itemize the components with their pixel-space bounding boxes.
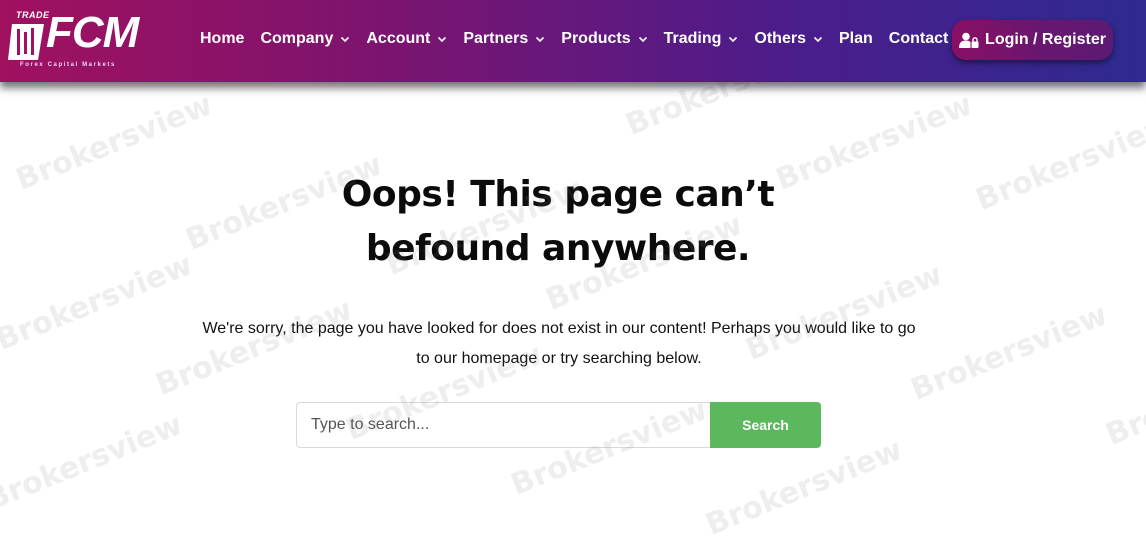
logo-subtitle: Forex Capital Markets (20, 62, 116, 68)
nav-item-label: Contact (888, 30, 949, 47)
nav-item-partners[interactable]: Partners (463, 30, 545, 48)
nav-item-trading[interactable]: Trading (664, 30, 739, 48)
nav-item-account[interactable]: Account (366, 30, 447, 48)
nav-item-products[interactable]: Products (561, 30, 647, 48)
search-input[interactable] (296, 402, 710, 448)
logo-trade-text: TRADE (16, 10, 50, 20)
login-register-label: Login / Register (985, 31, 1106, 48)
page-title: Oops! This page can’t befound anywhere. (341, 174, 775, 269)
chevron-down-icon (813, 36, 823, 43)
chevron-down-icon (536, 36, 545, 43)
nav-item-label: Account (366, 30, 431, 47)
main-nav: Home Company Account Partners Products Tradin… (200, 30, 964, 48)
watermark-text: Brokersview (1101, 342, 1146, 453)
nav-item-label: Company (260, 30, 334, 47)
error-message: We're sorry, the page you have looked fo… (202, 320, 916, 367)
search-form: Search (296, 402, 821, 448)
watermark-text: Brokersview (0, 247, 198, 358)
chevron-down-icon (638, 36, 647, 43)
nav-item-plan[interactable]: Plan (839, 30, 873, 48)
user-lock-icon (959, 32, 979, 48)
site-header: TRADE FCM Forex Capital Markets Home Comp… (0, 0, 1146, 82)
chevron-down-icon (729, 36, 738, 43)
nav-item-others[interactable]: Others (754, 30, 823, 48)
watermark-text: Brokersview (971, 107, 1146, 218)
watermark-text: Brokersview (0, 407, 188, 518)
nav-item-contact[interactable]: Contact (889, 30, 949, 48)
watermark-text: Brokersview (11, 87, 218, 198)
login-register-button[interactable]: Login / Register (952, 20, 1113, 60)
nav-item-home[interactable]: Home (200, 30, 244, 48)
nav-item-label: Others (754, 30, 806, 47)
nav-item-label: Partners (463, 30, 529, 47)
site-logo[interactable]: TRADE FCM Forex Capital Markets (6, 8, 146, 72)
watermark-text: Brokersview (906, 297, 1113, 408)
nav-item-label: Products (561, 30, 631, 47)
nav-item-label: Plan (838, 30, 873, 47)
logo-bars-icon (8, 24, 44, 60)
nav-item-company[interactable]: Company (260, 30, 350, 48)
search-button[interactable]: Search (710, 402, 821, 448)
logo-fcm-text: FCM (46, 8, 139, 57)
nav-item-label: Home (200, 30, 245, 47)
chevron-down-icon (341, 36, 350, 43)
nav-item-label: Trading (663, 30, 722, 47)
chevron-down-icon (438, 36, 447, 43)
watermark-text: Brokersview (701, 432, 908, 543)
